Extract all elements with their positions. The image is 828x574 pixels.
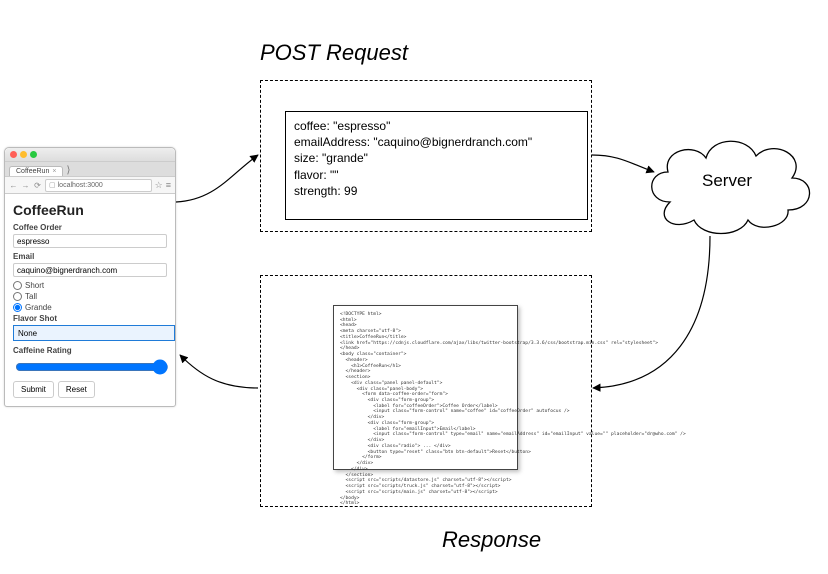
minimize-icon[interactable] [20, 151, 27, 158]
response-code-thumbnail: <!DOCTYPE html> <html> <head> <meta char… [333, 305, 518, 470]
flavor-select[interactable] [13, 325, 175, 341]
caffeine-slider[interactable] [15, 359, 169, 375]
url-bar: ← → ⟳ ▢ localhost:3000 ☆ ≡ [5, 177, 175, 194]
server-cloud: Server [640, 122, 815, 242]
page-icon: ▢ [49, 181, 56, 189]
tab-title: CoffeeRun [16, 168, 49, 175]
browser-tab[interactable]: CoffeeRun × [9, 166, 63, 176]
response-code: <!DOCTYPE html> <html> <head> <meta char… [340, 312, 511, 507]
size-tall-label: Tall [25, 292, 37, 301]
email-label: Email [13, 252, 167, 261]
close-tab-icon[interactable]: × [52, 168, 56, 175]
caffeine-label: Caffeine Rating [13, 346, 167, 355]
menu-icon[interactable]: ≡ [166, 180, 171, 190]
payload-line: flavor: "" [294, 167, 579, 183]
size-grande-radio[interactable] [13, 303, 22, 312]
payload-line: size: "grande" [294, 150, 579, 166]
payload-line: emailAddress: "caquino@bignerdranch.com" [294, 134, 579, 150]
response-label: Response [442, 527, 541, 553]
size-tall-radio[interactable] [13, 292, 22, 301]
submit-button[interactable]: Submit [13, 381, 54, 398]
url-text: localhost:3000 [58, 182, 103, 189]
page-content: CoffeeRun Coffee Order Email Short Tall … [5, 194, 175, 406]
reload-icon[interactable]: ⟳ [33, 181, 42, 190]
close-icon[interactable] [10, 151, 17, 158]
size-grande-label: Grande [25, 303, 52, 312]
tab-bar: CoffeeRun × ⟩ [5, 162, 175, 177]
maximize-icon[interactable] [30, 151, 37, 158]
size-short-radio[interactable] [13, 281, 22, 290]
window-titlebar [5, 148, 175, 162]
post-request-label: POST Request [260, 40, 408, 66]
payload-line: coffee: "espresso" [294, 118, 579, 134]
browser-window: CoffeeRun × ⟩ ← → ⟳ ▢ localhost:3000 ☆ ≡… [4, 147, 176, 407]
payload-line: strength: 99 [294, 183, 579, 199]
forward-icon[interactable]: → [21, 181, 30, 190]
bookmark-icon[interactable]: ☆ [155, 180, 163, 191]
flavor-label: Flavor Shot [13, 314, 167, 323]
app-title: CoffeeRun [13, 202, 167, 218]
server-label: Server [702, 171, 752, 191]
size-short-label: Short [25, 281, 44, 290]
address-field[interactable]: ▢ localhost:3000 [45, 179, 152, 192]
request-payload: coffee: "espresso" emailAddress: "caquin… [285, 111, 588, 220]
email-input[interactable] [13, 263, 167, 277]
back-icon[interactable]: ← [9, 181, 18, 190]
coffee-order-label: Coffee Order [13, 223, 167, 232]
coffee-order-input[interactable] [13, 234, 167, 248]
reset-button[interactable]: Reset [58, 381, 95, 398]
new-tab-icon[interactable]: ⟩ [66, 165, 70, 176]
